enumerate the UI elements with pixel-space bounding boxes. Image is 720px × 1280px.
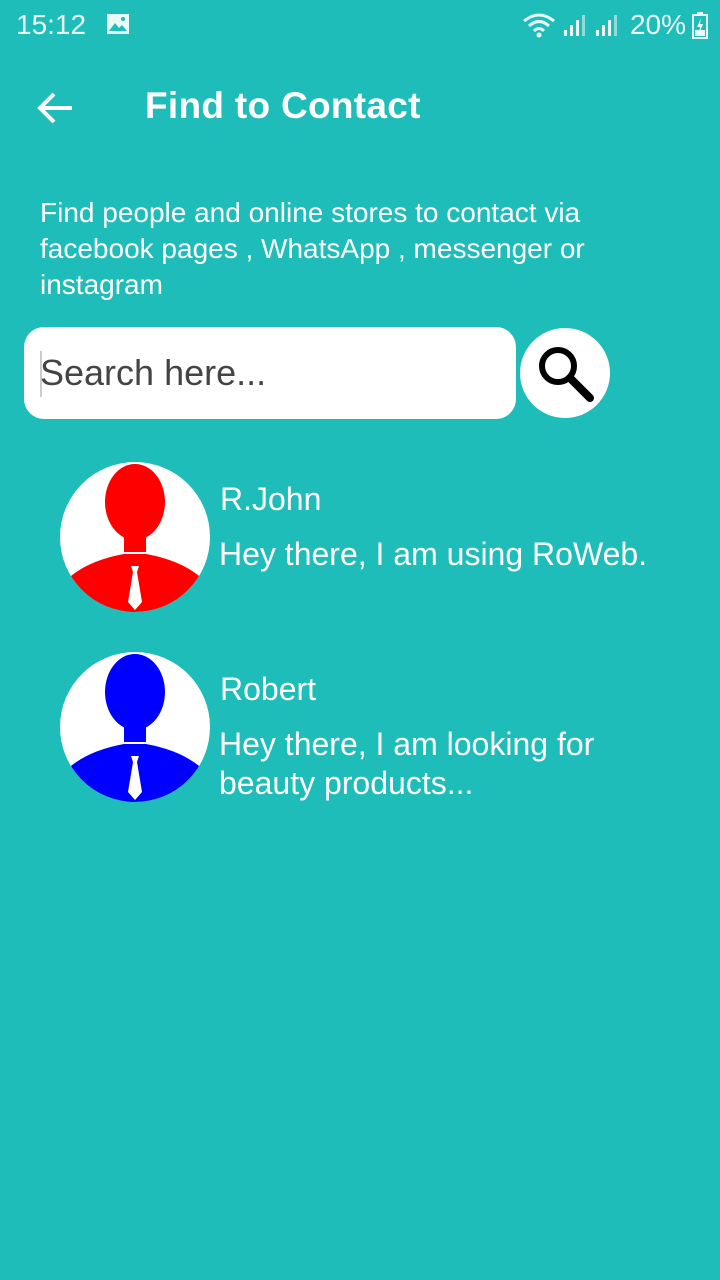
status-indicators: 20%: [522, 8, 708, 42]
person-avatar-icon: [60, 464, 210, 612]
search-button[interactable]: [520, 328, 610, 418]
app-bar: Find to Contact: [0, 60, 720, 152]
contact-status: Hey there, I am using RoWeb.: [219, 536, 648, 572]
signal-icon-1: [563, 15, 585, 36]
page-title: Find to Contact: [145, 85, 421, 126]
status-time: 15:12: [16, 9, 87, 40]
image-icon: [107, 14, 129, 34]
back-button[interactable]: [30, 82, 82, 134]
contact-name: R.John: [220, 481, 322, 517]
arrow-left-icon: [37, 92, 72, 124]
status-bar: 15:12 20%: [0, 0, 720, 52]
battery-percent: 20%: [629, 9, 686, 40]
person-avatar-icon: [60, 654, 210, 802]
avatar: [60, 462, 210, 612]
contact-status: Hey there, I am looking for beauty produ…: [219, 726, 595, 801]
search-box: [24, 327, 516, 419]
battery-icon: [692, 12, 708, 39]
search-icon: [539, 347, 594, 402]
contact-item-robert[interactable]: Robert Hey there, I am looking for beaut…: [0, 652, 720, 842]
contact-item-rjohn[interactable]: R.John Hey there, I am using RoWeb.: [0, 462, 720, 652]
signal-icon-2: [595, 15, 617, 36]
search-input[interactable]: [40, 343, 500, 403]
avatar: [60, 652, 210, 802]
contact-list: R.John Hey there, I am using RoWeb. Robe…: [0, 462, 720, 842]
contact-name: Robert: [220, 671, 317, 707]
wifi-icon: [523, 13, 555, 38]
page-description: Find people and online stores to contact…: [40, 197, 585, 300]
